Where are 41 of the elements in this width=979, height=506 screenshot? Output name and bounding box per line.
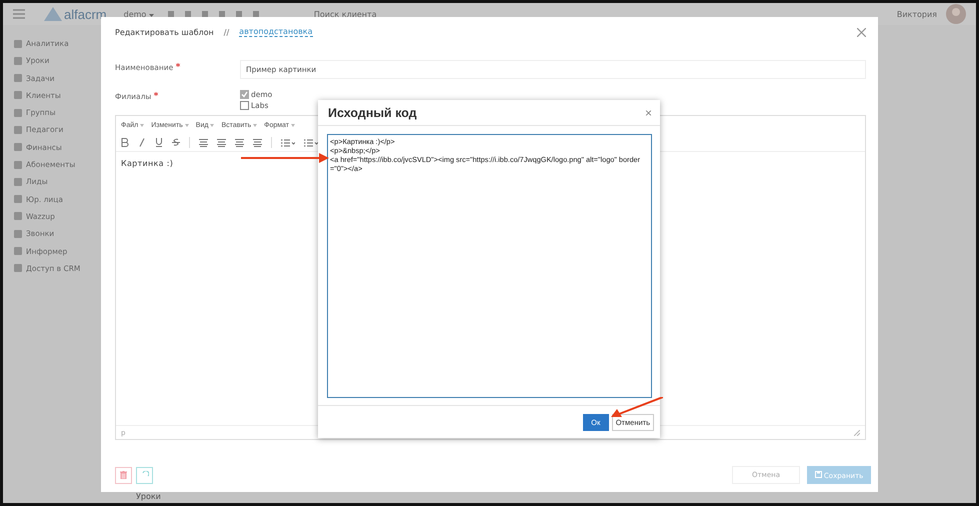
floppy-icon	[814, 470, 822, 478]
logo-text: alfacrm	[64, 6, 107, 22]
branch-selector[interactable]: demo	[124, 10, 154, 18]
background-label: Уроки	[136, 492, 161, 501]
annotation-arrow	[611, 397, 663, 419]
breadcrumb-separator: //	[224, 28, 230, 36]
nav-icon	[14, 40, 22, 48]
template-link[interactable]: автоподстановка	[239, 27, 313, 37]
underline-icon[interactable]	[155, 138, 163, 147]
caret-icon	[184, 124, 189, 126]
italic-icon[interactable]	[138, 138, 146, 147]
align-icon[interactable]	[235, 138, 244, 146]
strikethrough-icon[interactable]	[172, 138, 180, 147]
editor-text: Картинка :)	[121, 159, 174, 168]
list-icon[interactable]	[304, 138, 318, 146]
bold-icon[interactable]	[121, 138, 129, 147]
menu-icon[interactable]	[13, 9, 25, 19]
list-icon[interactable]	[281, 138, 295, 146]
undo-icon	[140, 471, 148, 479]
nav-icon	[14, 56, 22, 65]
modal-title: Редактировать шаблон	[115, 28, 214, 36]
caret-icon	[291, 124, 296, 126]
resize-icon[interactable]	[854, 430, 860, 436]
align-icon[interactable]	[199, 138, 208, 146]
trash-icon	[120, 471, 127, 479]
dialog-title: Исходный код	[328, 106, 417, 120]
caret-icon	[140, 124, 144, 126]
logo-icon	[44, 7, 62, 21]
checkbox[interactable]	[240, 101, 249, 110]
search-field[interactable]: Поиск клиента	[314, 10, 377, 18]
delete-button[interactable]	[115, 466, 132, 484]
nav-icon	[14, 230, 22, 238]
checkbox[interactable]	[240, 90, 249, 99]
close-icon[interactable]	[857, 28, 866, 36]
align-icon[interactable]	[253, 138, 262, 146]
caret-icon	[210, 124, 214, 126]
caret-icon	[253, 124, 258, 126]
align-icon[interactable]	[217, 138, 226, 146]
user-name[interactable]: Виктория	[896, 10, 937, 18]
close-button[interactable]: ×	[644, 106, 652, 120]
nav-icon	[14, 143, 22, 152]
